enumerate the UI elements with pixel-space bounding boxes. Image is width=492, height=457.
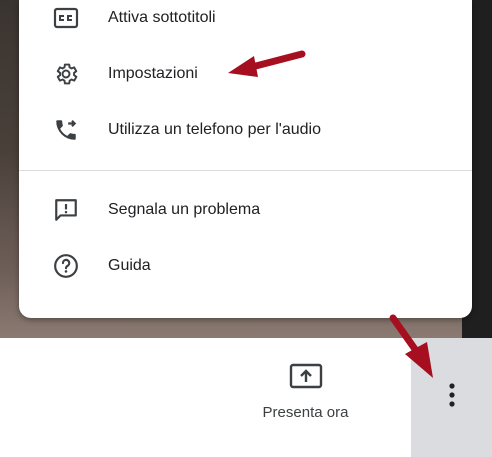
menu-item-label: Guida [108,257,151,274]
present-now-label: Presenta ora [262,404,349,421]
menu-item-label: Segnala un problema [108,201,261,218]
more-vert-icon [448,382,456,413]
gear-icon [51,59,81,89]
phone-forward-icon [51,115,81,145]
menu-item-label: Attiva sottotitoli [108,9,216,26]
menu-item-label: Impostazioni [108,65,198,82]
present-screen-icon [289,363,323,394]
menu-item-help[interactable]: Guida [19,238,472,294]
help-icon [51,251,81,281]
menu-item-label: Utilizza un telefono per l'audio [108,121,321,138]
menu-item-report-problem[interactable]: Segnala un problema [19,182,472,238]
captions-icon [51,3,81,33]
menu-item-phone-audio[interactable]: Utilizza un telefono per l'audio [19,102,472,158]
present-now-button[interactable]: Presenta ora [243,363,368,433]
options-menu: Attiva sottotitoli Impostazioni Utilizza… [19,0,472,318]
menu-divider [19,170,472,171]
feedback-icon [51,195,81,225]
menu-item-captions[interactable]: Attiva sottotitoli [19,0,472,46]
more-options-button[interactable] [411,338,492,457]
menu-item-settings[interactable]: Impostazioni [19,46,472,102]
